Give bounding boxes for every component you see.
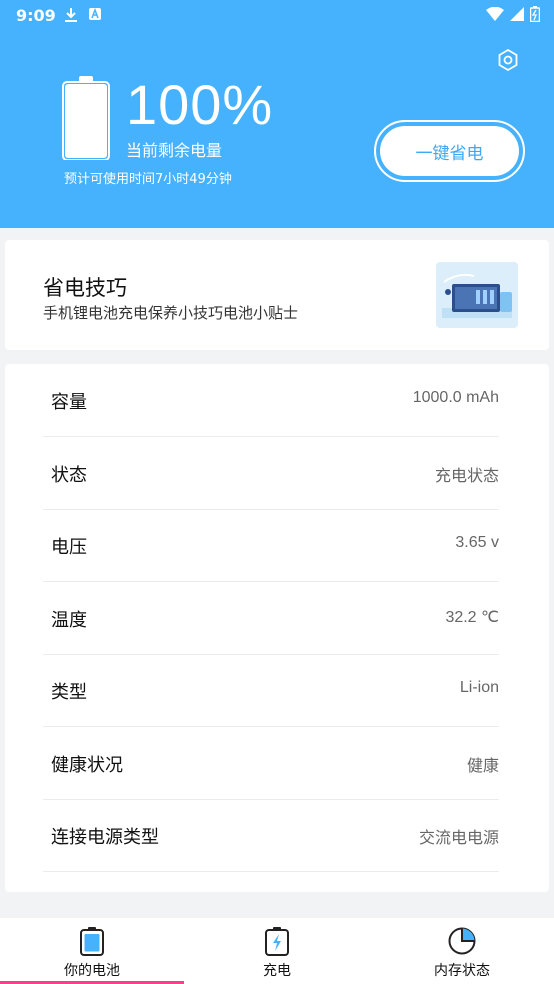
one-tap-save-label: 一键省电 [380,126,519,176]
pie-chart-icon [448,927,476,955]
battery-charging-status-icon [530,6,540,22]
tab-charging[interactable]: 充电 [185,918,369,984]
wifi-icon [486,7,504,21]
one-tap-save-button[interactable]: 一键省电 [374,120,525,182]
tab-memory-status[interactable]: 内存状态 [370,918,554,984]
signal-icon [510,7,524,21]
info-value: 3.65 v [455,534,499,551]
info-label: 健康状况 [51,754,123,776]
info-row: 电压 3.65 v [43,509,499,582]
info-row: 温度 32.2 ℃ [43,582,499,655]
power-saving-tips-card[interactable]: 省电技巧 手机锂电池充电保养小技巧电池小贴士 [5,240,549,350]
info-value: 交流电电源 [418,830,499,847]
status-time: 9:09 [16,6,56,25]
info-label: 电压 [51,537,87,558]
info-row: 类型 Li-ion [43,654,499,727]
remaining-label: 当前剩余电量 [126,141,223,160]
battery-level-icon [62,76,110,160]
settings-icon[interactable] [496,48,520,72]
battery-info-card: 容量 1000.0 mAh 状态 充电状态电压 3.65 v 温度 32.2 ℃ 类型 Li-i… [5,364,549,892]
app-notification-icon [89,7,101,20]
tab-label: 充电 [263,963,291,979]
tab-label: 内存状态 [434,963,490,979]
info-row: 连接电源类型 交流电电源 [43,799,499,872]
info-label: 温度 [51,609,87,631]
info-row: 容量 1000.0 mAh [43,364,499,437]
tips-illustration [436,262,518,328]
tips-subtitle: 手机锂电池充电保养小技巧电池小贴士 [43,304,299,322]
header-panel: 9:09 100% 当前剩余电量 预计可使用时间7小时49分钟 一键省电 [0,0,554,228]
info-value: Li-ion [459,679,499,696]
estimated-time: 预计可使用时间7小时49分钟 [64,172,232,187]
info-row: 健康状况 健康 [43,727,499,800]
tips-title: 省电技巧 [43,276,127,300]
status-bar: 9:09 [0,0,554,32]
info-label: 类型 [51,682,87,703]
tab-your-battery[interactable]: 你的电池 [0,918,184,984]
bottom-tab-bar: 你的电池 充电 内存状态 [0,918,554,984]
tab-label: 你的电池 [64,963,120,979]
info-value: 32.2 ℃ [445,608,499,626]
battery-icon [80,927,104,956]
info-row: 状态 充电状态 [43,437,499,510]
info-value: 1000.0 mAh [412,389,499,406]
info-label: 连接电源类型 [51,827,159,848]
info-label: 状态 [51,464,87,486]
battery-percentage: 100% [126,73,274,136]
charging-icon [265,927,289,956]
info-value: 健康 [466,757,499,775]
info-label: 容量 [51,392,87,413]
download-icon [65,8,77,22]
info-value: 充电状态 [434,467,499,485]
